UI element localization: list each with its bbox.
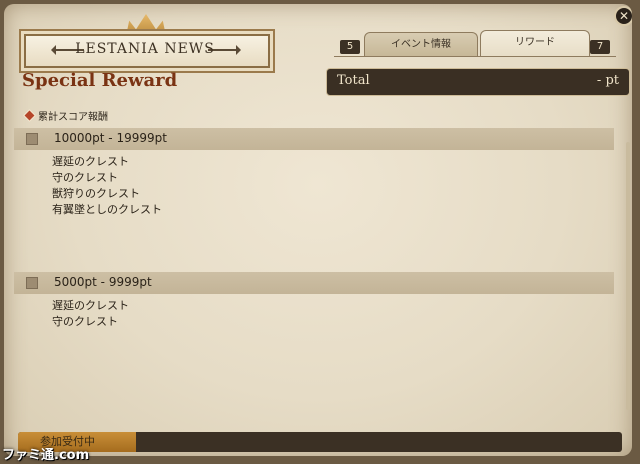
section-title: 累計スコア報酬 [24,108,108,123]
total-value: - pt [596,73,619,88]
reward-item-list: 遅延のクレスト 守のクレスト 獣狩りのクレスト 有翼墜としのクレスト [52,154,162,218]
window-frame: LESTANIA NEWS Special Reward 5 イベント情報 リワ… [0,0,640,464]
watermark: ファミ通.com [2,448,90,463]
tier-marker-icon [26,133,38,145]
close-icon[interactable]: ✕ [614,6,632,26]
reward-item: 守のクレスト [52,315,118,328]
reward-item: 獣狩りのクレスト [52,187,140,200]
scrollbar[interactable] [626,142,630,410]
reward-tier-header: 10000pt - 19999pt [14,128,614,150]
total-label: Total [337,73,370,88]
reward-item: 有翼墜としのクレスト [52,203,162,216]
tier-range: 5000pt - 9999pt [54,275,152,289]
diamond-bullet-icon [24,110,35,121]
tier-range: 10000pt - 19999pt [54,131,167,145]
section-title-text: 累計スコア報酬 [38,112,108,123]
crown-ornament-icon [126,14,166,36]
tab-event-info[interactable]: イベント情報 [364,32,478,57]
lestania-news-banner: LESTANIA NEWS [18,14,274,74]
tab-reward[interactable]: リワード [480,30,590,57]
page-heading: Special Reward [22,70,178,91]
tab-event-badge: 5 [340,40,360,54]
total-score-bar: Total - pt [326,68,630,96]
reward-item: 遅延のクレスト [52,299,129,312]
reward-item-list: 遅延のクレスト 守のクレスト [52,298,129,330]
reward-tier-header: 5000pt - 9999pt [14,272,614,294]
banner-title: LESTANIA NEWS [75,41,215,57]
tab-underline [334,56,616,57]
reward-item: 遅延のクレスト [52,155,129,168]
tier-marker-icon [26,277,38,289]
reward-item: 守のクレスト [52,171,118,184]
news-panel: LESTANIA NEWS Special Reward 5 イベント情報 リワ… [4,4,632,456]
footer-bar: 参加受付中 [18,432,622,452]
tab-reward-badge: 7 [590,40,610,54]
